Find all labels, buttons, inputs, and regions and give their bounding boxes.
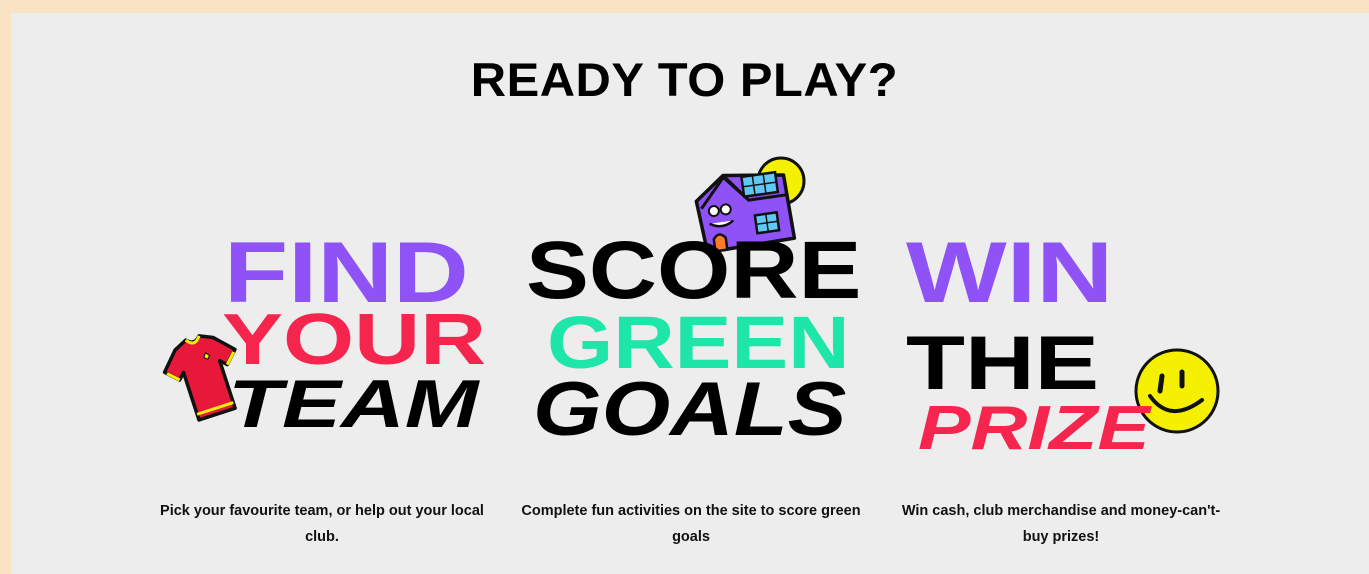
headline-word: TEAM bbox=[228, 366, 479, 442]
headline-word: PRIZE bbox=[918, 394, 1150, 463]
step-description: Pick your favourite team, or help out yo… bbox=[160, 503, 484, 545]
headline-word: THE bbox=[906, 321, 1100, 406]
headline-word: WIN bbox=[906, 225, 1114, 321]
headline-word: GOALS bbox=[533, 367, 847, 452]
step-description: Win cash, club merchandise and money-can… bbox=[901, 503, 1221, 545]
football-shirt-icon bbox=[162, 334, 237, 422]
page-title: READY TO PLAY? bbox=[470, 53, 899, 106]
headline-word: SCORE bbox=[526, 225, 862, 316]
step-description: Complete fun activities on the site to s… bbox=[521, 503, 861, 545]
